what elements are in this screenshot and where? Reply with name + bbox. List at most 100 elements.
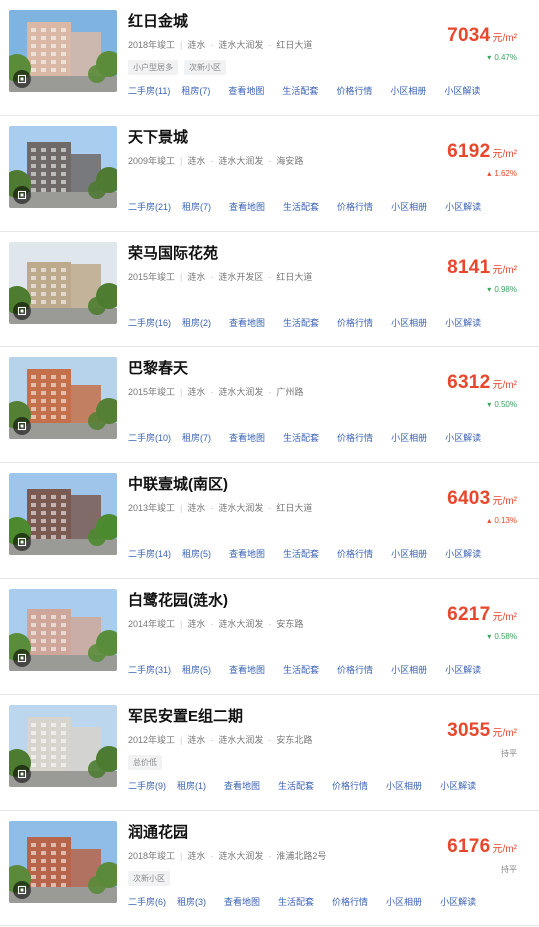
price-unit: 元/m² bbox=[492, 843, 517, 855]
community-name[interactable]: 红日金城 bbox=[128, 10, 188, 31]
map-link[interactable]: 查看地图 bbox=[224, 895, 260, 908]
map-link[interactable]: 查看地图 bbox=[229, 316, 265, 329]
price-unit: 元/m² bbox=[492, 148, 517, 160]
rent-link[interactable]: 租房(7) bbox=[182, 200, 211, 213]
analysis-link[interactable]: 小区解读 bbox=[445, 316, 481, 329]
road: 海安路 bbox=[276, 155, 304, 166]
map-link[interactable]: 查看地图 bbox=[229, 663, 265, 676]
community-photo[interactable] bbox=[9, 125, 117, 208]
community-photo[interactable] bbox=[9, 10, 117, 92]
map-link[interactable]: 查看地图 bbox=[224, 779, 260, 792]
community-card[interactable]: 荣马国际花苑 2015年竣工 | 涟水 - 涟水开发区 - 红日大道 二手房(16) 租房(2) 查… bbox=[0, 232, 539, 348]
community-name[interactable]: 军民安置E组二期 bbox=[128, 705, 243, 726]
second-hand-link[interactable]: 二手房(31) bbox=[128, 663, 171, 676]
community-links: 二手房(21) 租房(7) 查看地图 生活配套 价格行情 小区相册 小区解读 bbox=[128, 200, 481, 213]
community-photo[interactable] bbox=[9, 473, 117, 556]
price-trend-link[interactable]: 价格行情 bbox=[332, 895, 368, 908]
price-trend-link[interactable]: 价格行情 bbox=[337, 547, 373, 560]
photos-link[interactable]: 小区相册 bbox=[386, 895, 422, 908]
second-hand-link[interactable]: 二手房(14) bbox=[128, 547, 171, 560]
map-link[interactable]: 查看地图 bbox=[229, 200, 265, 213]
community-card[interactable]: 白鹭花园(涟水) 2014年竣工 | 涟水 - 涟水大润发 - 安东路 二手房(31) 租房(5)… bbox=[0, 579, 539, 695]
separator: | bbox=[180, 271, 183, 282]
community-photo[interactable] bbox=[9, 588, 117, 671]
second-hand-link[interactable]: 二手房(9) bbox=[128, 779, 166, 792]
community-photo[interactable] bbox=[9, 704, 117, 787]
price-change-value: 0.98% bbox=[494, 284, 517, 294]
amenities-link[interactable]: 生活配套 bbox=[283, 200, 319, 213]
amenities-link[interactable]: 生活配套 bbox=[282, 84, 318, 97]
analysis-link[interactable]: 小区解读 bbox=[445, 663, 481, 676]
second-hand-link[interactable]: 二手房(10) bbox=[128, 431, 171, 444]
community-photo[interactable] bbox=[9, 241, 117, 324]
map-link[interactable]: 查看地图 bbox=[228, 84, 264, 97]
second-hand-link[interactable]: 二手房(21) bbox=[128, 200, 171, 213]
price-unit: 元/m² bbox=[492, 380, 517, 392]
rent-link[interactable]: 租房(7) bbox=[181, 84, 210, 97]
price-trend-link[interactable]: 价格行情 bbox=[337, 431, 373, 444]
community-name[interactable]: 荣马国际花苑 bbox=[128, 242, 218, 263]
community-card[interactable]: 天下景城 2009年竣工 | 涟水 - 涟水大润发 - 海安路 二手房(21) 租房(7) 查看地图… bbox=[0, 116, 539, 232]
amenities-link[interactable]: 生活配套 bbox=[278, 779, 314, 792]
road: 安东路 bbox=[276, 618, 304, 629]
analysis-link[interactable]: 小区解读 bbox=[444, 84, 480, 97]
photos-link[interactable]: 小区相册 bbox=[386, 779, 422, 792]
photos-link[interactable]: 小区相册 bbox=[390, 84, 426, 97]
map-link[interactable]: 查看地图 bbox=[229, 431, 265, 444]
community-card[interactable]: 巴黎春天 2015年竣工 | 涟水 - 涟水大润发 - 广州路 二手房(10) 租房(7) 查看地图… bbox=[0, 347, 539, 464]
rent-link[interactable]: 租房(5) bbox=[182, 663, 211, 676]
price-trend-link[interactable]: 价格行情 bbox=[337, 663, 373, 676]
photos-link[interactable]: 小区相册 bbox=[391, 431, 427, 444]
price-trend-link[interactable]: 价格行情 bbox=[336, 84, 372, 97]
community-name[interactable]: 中联壹城(南区) bbox=[128, 473, 228, 494]
analysis-link[interactable]: 小区解读 bbox=[445, 547, 481, 560]
photos-link[interactable]: 小区相册 bbox=[391, 547, 427, 560]
analysis-link[interactable]: 小区解读 bbox=[440, 779, 476, 792]
rent-link[interactable]: 租房(3) bbox=[177, 895, 206, 908]
road: 红日大道 bbox=[276, 40, 313, 50]
community-card[interactable]: 红日金城 2018年竣工 | 涟水 - 涟水大润发 - 红日大道 小户型居多 次新小区 二手房(11… bbox=[0, 0, 539, 116]
amenities-link[interactable]: 生活配套 bbox=[283, 316, 319, 329]
community-name[interactable]: 天下景城 bbox=[128, 126, 188, 147]
community-links: 二手房(14) 租房(5) 查看地图 生活配套 价格行情 小区相册 小区解读 bbox=[128, 547, 481, 560]
amenities-link[interactable]: 生活配套 bbox=[278, 895, 314, 908]
second-hand-link[interactable]: 二手房(11) bbox=[128, 84, 170, 97]
road: 淮浦北路2号 bbox=[276, 850, 327, 861]
community-card[interactable]: 润通花园 2018年竣工 | 涟水 - 涟水大润发 - 淮浦北路2号 次新小区 二手房(6) 租房(… bbox=[0, 811, 539, 927]
community-links: 二手房(11) 租房(7) 查看地图 生活配套 价格行情 小区相册 小区解读 bbox=[128, 84, 480, 97]
community-info: 2015年竣工 | 涟水 - 涟水大润发 - 广州路 bbox=[128, 385, 303, 398]
average-price: 6312 元/m² bbox=[447, 372, 517, 394]
photos-link[interactable]: 小区相册 bbox=[391, 663, 427, 676]
separator: | bbox=[180, 850, 183, 861]
second-hand-link[interactable]: 二手房(16) bbox=[128, 316, 171, 329]
amenities-link[interactable]: 生活配套 bbox=[283, 547, 319, 560]
price-trend-link[interactable]: 价格行情 bbox=[337, 316, 373, 329]
second-hand-link[interactable]: 二手房(6) bbox=[128, 895, 166, 908]
analysis-link[interactable]: 小区解读 bbox=[440, 895, 476, 908]
photos-link[interactable]: 小区相册 bbox=[391, 200, 427, 213]
map-link[interactable]: 查看地图 bbox=[229, 547, 265, 560]
analysis-link[interactable]: 小区解读 bbox=[445, 431, 481, 444]
rent-link[interactable]: 租房(7) bbox=[182, 431, 211, 444]
price-trend-link[interactable]: 价格行情 bbox=[337, 200, 373, 213]
community-card[interactable]: 中联壹城(南区) 2013年竣工 | 涟水 - 涟水大润发 - 红日大道 二手房(14) 租房(5… bbox=[0, 463, 539, 579]
photos-link[interactable]: 小区相册 bbox=[391, 316, 427, 329]
average-price: 6217 元/m² bbox=[447, 604, 517, 626]
community-photo[interactable] bbox=[9, 820, 117, 903]
community-card[interactable]: 军民安置E组二期 2012年竣工 | 涟水 - 涟水大润发 - 安东北路 总价低 二手房(9) 租房… bbox=[0, 695, 539, 811]
amenities-link[interactable]: 生活配套 bbox=[283, 663, 319, 676]
community-name[interactable]: 白鹭花园(涟水) bbox=[128, 589, 228, 610]
price-trend-link[interactable]: 价格行情 bbox=[332, 779, 368, 792]
community-photo[interactable] bbox=[9, 357, 117, 440]
community-name[interactable]: 润通花园 bbox=[128, 821, 188, 842]
community-name[interactable]: 巴黎春天 bbox=[128, 357, 188, 378]
amenities-link[interactable]: 生活配套 bbox=[283, 431, 319, 444]
price-change-value: 持平 bbox=[501, 748, 517, 758]
rent-link[interactable]: 租房(5) bbox=[182, 547, 211, 560]
build-year: 2012年竣工 bbox=[128, 734, 176, 745]
rent-link[interactable]: 租房(1) bbox=[177, 779, 206, 792]
analysis-link[interactable]: 小区解读 bbox=[445, 200, 481, 213]
road: 红日大道 bbox=[276, 271, 313, 282]
rent-link[interactable]: 租房(2) bbox=[182, 316, 211, 329]
separator: - bbox=[210, 850, 214, 861]
